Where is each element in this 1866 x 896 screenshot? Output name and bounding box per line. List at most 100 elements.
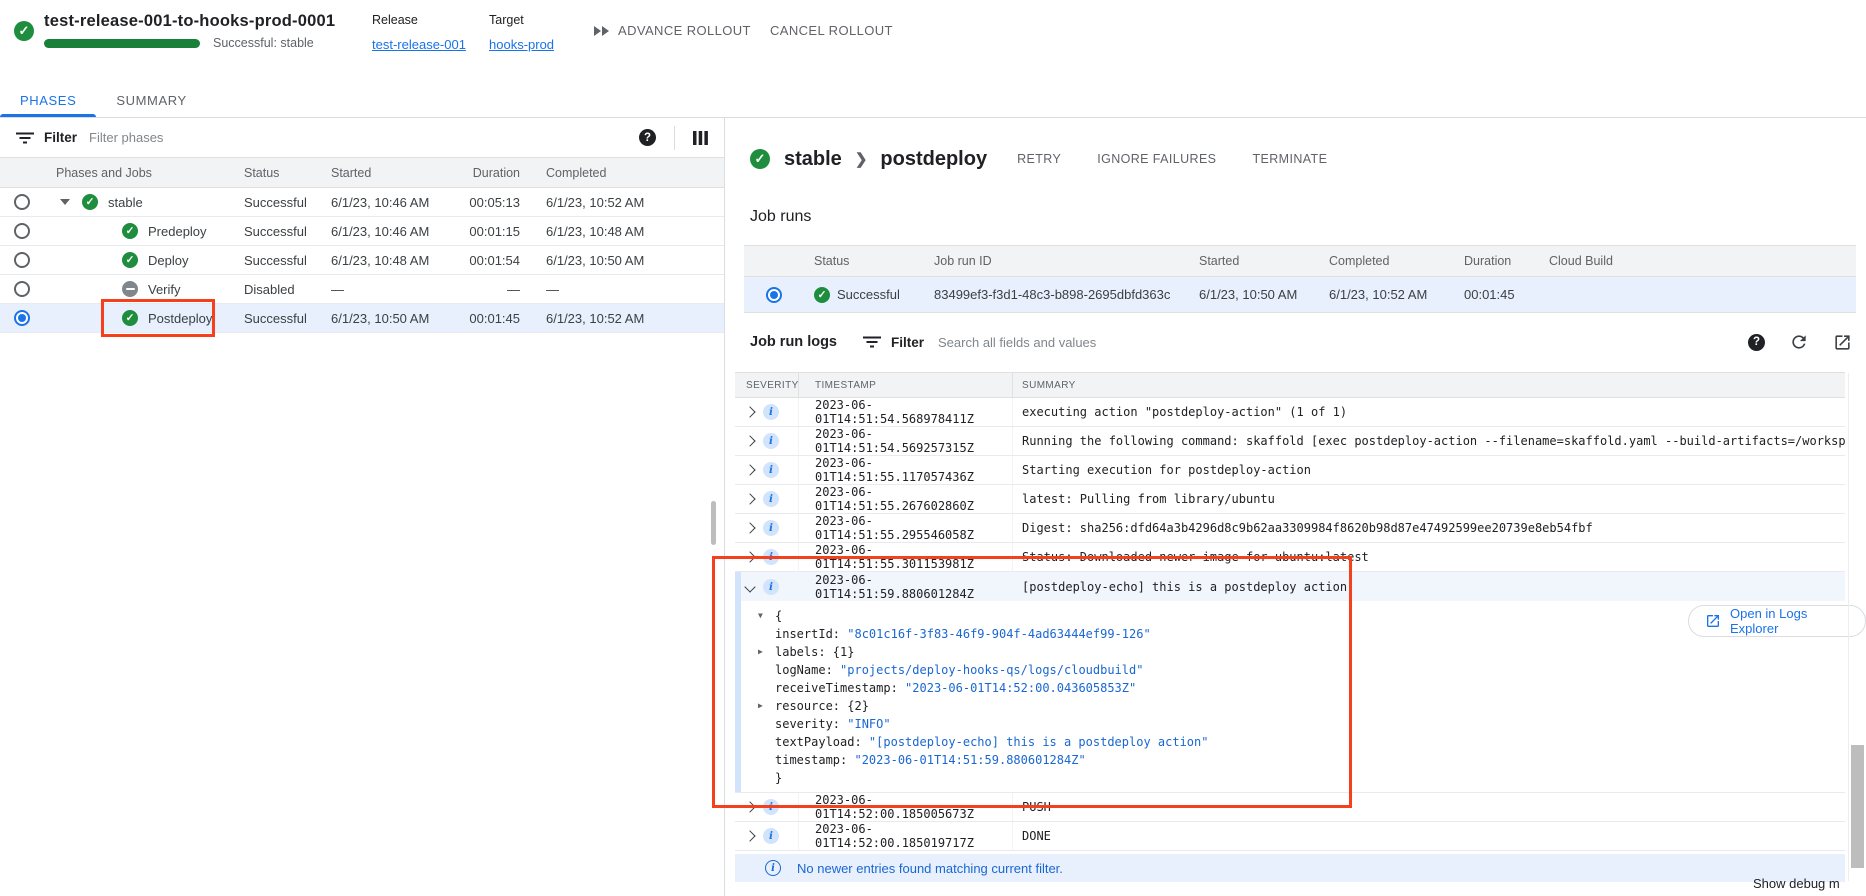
logs-scrollbar-handle[interactable]	[1851, 745, 1864, 868]
logs-scrollbar-track[interactable]	[1848, 373, 1864, 881]
expand-chevron-icon[interactable]	[744, 830, 755, 841]
advance-rollout-button[interactable]: ADVANCE ROLLOUT	[593, 23, 751, 38]
expand-chevron-icon[interactable]	[744, 493, 755, 504]
json-expander-icon[interactable]: ▶	[758, 697, 763, 715]
progress-bar	[44, 39, 200, 48]
target-label: Target	[489, 13, 554, 27]
job-runs-table: Status Job run ID Started Completed Dura…	[744, 245, 1856, 313]
info-severity-icon	[763, 491, 779, 507]
chevron-right-icon: ❯	[855, 150, 868, 168]
collapse-caret-icon[interactable]	[60, 199, 70, 205]
terminate-button[interactable]: TERMINATE	[1252, 152, 1327, 166]
job-row-predeploy[interactable]: Predeploy Successful 6/1/23, 10:46 AM 00…	[0, 217, 724, 246]
log-entry-json: ▼{ insertId: "8c01c16f-3f83-46f9-904f-4a…	[735, 601, 1845, 792]
job-radio[interactable]	[14, 223, 30, 239]
logs-search-input[interactable]	[938, 335, 1724, 350]
success-icon	[122, 223, 138, 239]
filter-label: Filter	[44, 130, 77, 145]
job-row-verify[interactable]: Verify Disabled — — —	[0, 275, 724, 304]
info-severity-icon	[763, 799, 779, 815]
filter-icon	[16, 132, 34, 144]
expand-chevron-icon[interactable]	[744, 435, 755, 446]
job-radio[interactable]	[14, 252, 30, 268]
help-icon[interactable]	[639, 129, 656, 146]
expand-chevron-icon[interactable]	[744, 406, 755, 417]
log-row-expanded[interactable]: 2023-06-01T14:51:59.880601284Z [postdepl…	[735, 572, 1845, 601]
job-runs-title: Job runs	[750, 208, 811, 226]
col-job-run-id: Job run ID	[934, 254, 1199, 268]
expand-chevron-icon[interactable]	[744, 801, 755, 812]
col-phases-and-jobs: Phases and Jobs	[44, 166, 152, 180]
tab-phases[interactable]: PHASES	[0, 83, 96, 117]
log-row[interactable]: 2023-06-01T14:51:54.569257315Z Running t…	[735, 427, 1845, 456]
logs-table-header: SEVERITY TIMESTAMP SUMMARY	[735, 372, 1845, 398]
logs-help-icon[interactable]	[1748, 334, 1765, 351]
col-status: Status	[244, 166, 331, 180]
retry-button[interactable]: RETRY	[1017, 152, 1061, 166]
expanded-indicator-bar	[735, 572, 741, 792]
col-completed: Completed	[1329, 254, 1464, 268]
col-duration: Duration	[1464, 254, 1549, 268]
phases-table-header: Phases and Jobs Status Started Duration …	[0, 158, 724, 188]
no-newer-entries-banner: No newer entries found matching current …	[735, 854, 1845, 882]
target-link[interactable]: hooks-prod	[489, 37, 554, 52]
info-severity-icon	[763, 579, 779, 595]
open-in-logs-explorer-button[interactable]: Open in Logs Explorer	[1688, 605, 1866, 637]
log-row[interactable]: 2023-06-01T14:51:55.117057436Z Starting …	[735, 456, 1845, 485]
col-timestamp: TIMESTAMP	[799, 373, 1013, 397]
log-row[interactable]: 2023-06-01T14:51:55.295546058Z Digest: s…	[735, 514, 1845, 543]
job-runs-header: Status Job run ID Started Completed Dura…	[744, 245, 1856, 277]
phase-radio[interactable]	[14, 194, 30, 210]
left-panel-scrollbar[interactable]	[711, 501, 716, 545]
phases-panel: Filter Phases and Jobs Status Started Du…	[0, 118, 724, 896]
log-row[interactable]: 2023-06-01T14:51:54.568978411Z executing…	[735, 398, 1845, 427]
log-row[interactable]: 2023-06-01T14:51:55.301153981Z Status: D…	[735, 543, 1845, 572]
show-debug-link[interactable]: Show debug m	[1753, 876, 1840, 891]
disabled-icon	[122, 281, 138, 297]
log-row[interactable]: 2023-06-01T14:52:00.185005673Z PUSH	[735, 793, 1845, 822]
refresh-icon[interactable]	[1789, 332, 1809, 352]
rollout-progress: Successful: stable	[44, 36, 314, 50]
success-icon	[122, 310, 138, 326]
logs-filter-label: Filter	[891, 335, 924, 350]
open-in-new-icon[interactable]	[1833, 333, 1852, 352]
json-expander-icon[interactable]: ▼	[758, 607, 763, 625]
col-started: Started	[331, 166, 455, 180]
collapse-chevron-icon[interactable]	[744, 581, 755, 592]
expand-chevron-icon[interactable]	[744, 464, 755, 475]
col-severity: SEVERITY	[735, 373, 799, 397]
rollout-status-text: Successful: stable	[213, 36, 314, 50]
phases-filter-input[interactable]	[89, 130, 639, 145]
success-icon	[82, 194, 98, 210]
tab-summary[interactable]: SUMMARY	[96, 83, 206, 117]
fast-forward-icon	[593, 25, 610, 37]
rollout-details-page: test-release-001-to-hooks-prod-0001 Succ…	[0, 0, 1866, 896]
job-radio-selected[interactable]	[14, 310, 30, 326]
job-run-row[interactable]: Successful 83499ef3-f3d1-48c3-b898-2695d…	[744, 277, 1856, 313]
col-started: Started	[1199, 254, 1329, 268]
col-duration: Duration	[455, 166, 546, 180]
column-settings-icon[interactable]	[693, 131, 708, 145]
log-row[interactable]: 2023-06-01T14:51:55.267602860Z latest: P…	[735, 485, 1845, 514]
ignore-failures-button[interactable]: IGNORE FAILURES	[1097, 152, 1216, 166]
phase-row-stable[interactable]: stable Successful 6/1/23, 10:46 AM 00:05…	[0, 188, 724, 217]
json-expander-icon[interactable]: ▶	[758, 643, 763, 661]
cancel-rollout-button[interactable]: CANCEL ROLLOUT	[770, 23, 893, 38]
logs-table: SEVERITY TIMESTAMP SUMMARY 2023-06-01T14…	[735, 372, 1845, 882]
info-severity-icon	[763, 404, 779, 420]
job-run-logs-toolbar: Job run logs Filter	[750, 324, 1852, 360]
filter-icon	[863, 336, 881, 348]
release-link[interactable]: test-release-001	[372, 37, 466, 52]
job-run-logs-title: Job run logs	[750, 334, 837, 350]
job-radio[interactable]	[14, 281, 30, 297]
log-row[interactable]: 2023-06-01T14:52:00.185019717Z DONE	[735, 822, 1845, 851]
job-details-panel: stable ❯ postdeploy RETRY IGNORE FAILURE…	[725, 118, 1866, 896]
job-row-postdeploy[interactable]: Postdeploy Successful 6/1/23, 10:50 AM 0…	[0, 304, 724, 333]
col-status: Status	[804, 254, 934, 268]
info-severity-icon	[763, 828, 779, 844]
expand-chevron-icon[interactable]	[744, 522, 755, 533]
release-label: Release	[372, 13, 466, 27]
expand-chevron-icon[interactable]	[744, 551, 755, 562]
job-run-radio-selected[interactable]	[766, 287, 782, 303]
job-row-deploy[interactable]: Deploy Successful 6/1/23, 10:48 AM 00:01…	[0, 246, 724, 275]
